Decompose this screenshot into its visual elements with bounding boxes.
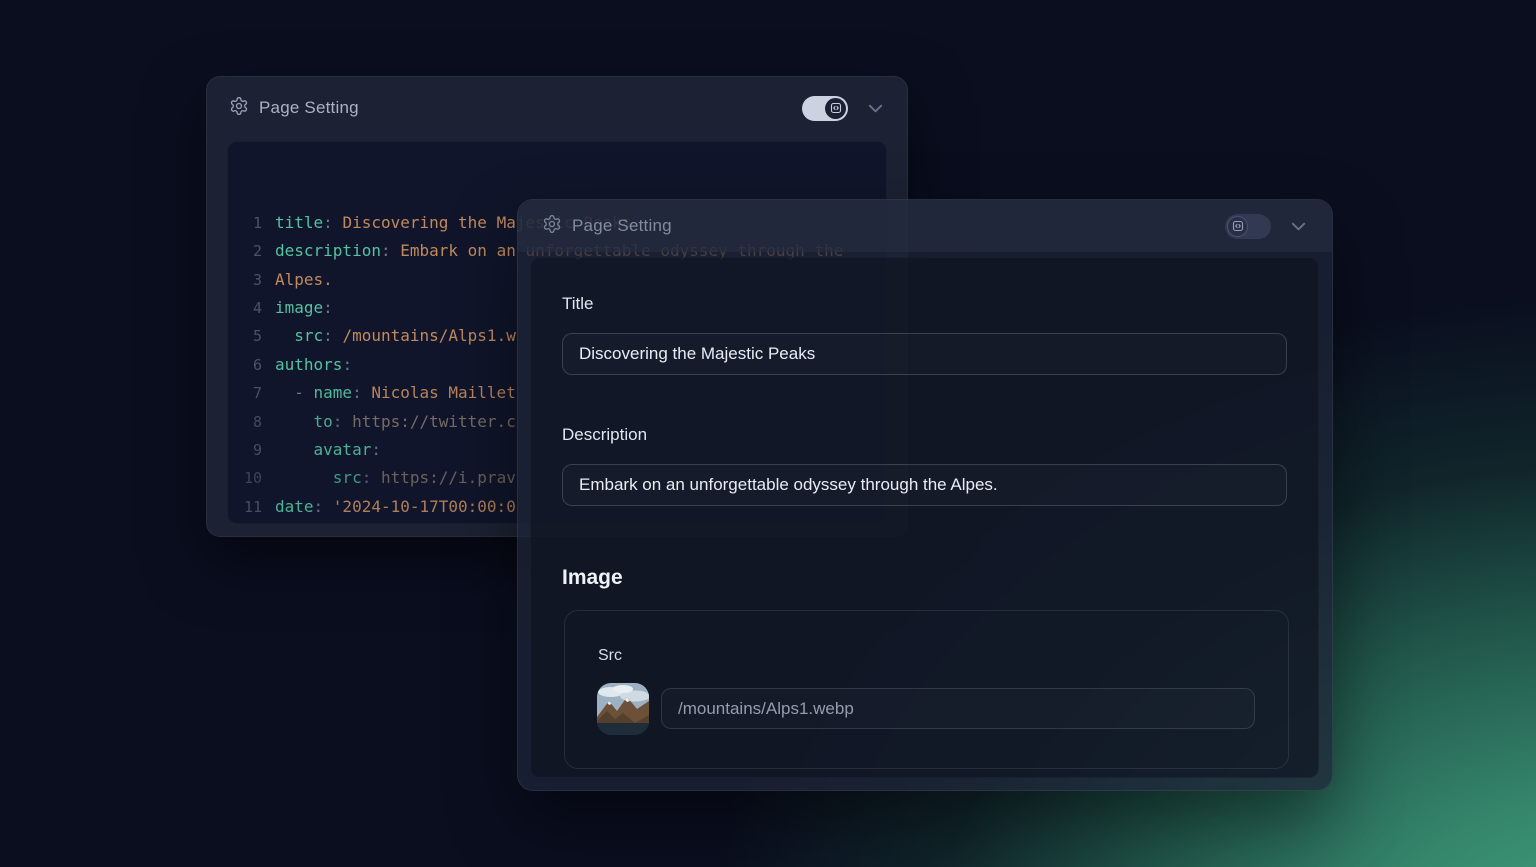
code-square-icon (825, 98, 846, 119)
code-square-icon (1227, 216, 1248, 237)
description-input[interactable] (562, 464, 1287, 506)
description-field-label: Description (562, 425, 647, 445)
chevron-down-icon[interactable] (1289, 217, 1308, 236)
form-body-card: Title Description Image Src (530, 257, 1319, 778)
image-section-heading: Image (562, 566, 623, 590)
form-settings-panel: Page Setting Title Description (517, 199, 1333, 791)
src-field-label: Src (598, 647, 622, 665)
panel-title: Page Setting (572, 216, 672, 236)
code-panel-header: Page Setting (207, 77, 907, 139)
title-input[interactable] (562, 333, 1287, 375)
image-thumbnail[interactable] (597, 683, 649, 735)
gear-icon (229, 96, 249, 121)
page-background: Page Setting 1title: Discovering the Maj… (0, 0, 1536, 867)
image-section-card: Src (564, 610, 1289, 769)
code-view-toggle[interactable] (1225, 214, 1271, 239)
image-src-input[interactable] (661, 688, 1255, 729)
panel-title: Page Setting (259, 98, 359, 118)
gear-icon (542, 214, 562, 239)
form-panel-header: Page Setting (518, 200, 1332, 252)
code-view-toggle[interactable] (802, 96, 848, 121)
chevron-down-icon[interactable] (866, 99, 885, 118)
title-field-label: Title (562, 294, 594, 314)
